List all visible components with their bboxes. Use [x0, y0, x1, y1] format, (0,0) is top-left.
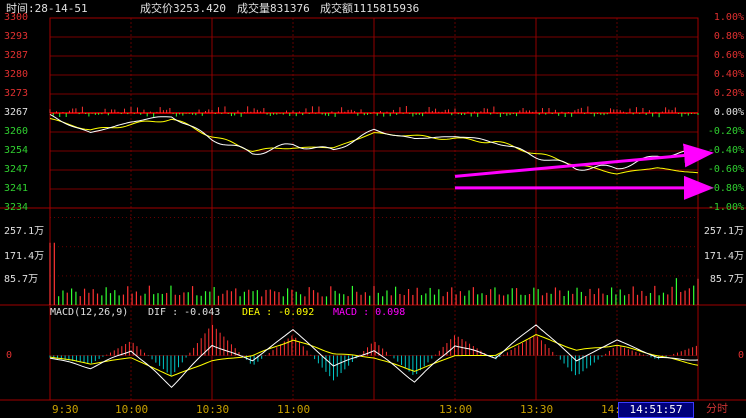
volume-tick-left: 171.4万 [4, 251, 45, 262]
price-tick-left: 3287 [4, 50, 29, 61]
price-tick-right: 0.60% [713, 50, 744, 61]
price-tick-right: 1.00% [713, 12, 744, 23]
price-tick-right: -1.00% [707, 202, 744, 213]
price-tick-left: 3273 [4, 88, 29, 99]
price-tick-right: 0.80% [713, 31, 744, 42]
price-tick-left: 3260 [4, 126, 29, 137]
price-tick-left: 3300 [4, 12, 29, 23]
volume-readout: 成交量831376 [237, 2, 310, 15]
volume-tick-left: 257.1万 [4, 226, 45, 237]
price-tick-left: 3267 [4, 107, 29, 118]
time-axis-label: 9:30 [52, 403, 79, 416]
intraday-tab[interactable]: 分时 [706, 402, 728, 416]
intraday-chart[interactable] [0, 0, 746, 418]
time-axis-label: 10:30 [196, 403, 230, 416]
time-axis-label: 13:30 [520, 403, 554, 416]
price-tick-right: -0.80% [707, 183, 744, 194]
price-tick-left: 3280 [4, 69, 29, 80]
price-tick-left: 3254 [4, 145, 29, 156]
price-tick-right: -0.20% [707, 126, 744, 137]
dea-value: DEA : -0.092 [242, 307, 315, 318]
price-tick-right: -0.40% [707, 145, 744, 156]
price-readout: 成交价3253.420 [140, 2, 226, 15]
price-tick-left: 3293 [4, 31, 29, 42]
macd-title: MACD(12,26,9) [50, 307, 129, 318]
macd-zero-label-right: 0 [738, 349, 745, 361]
macd-value: MACD : 0.098 [333, 307, 406, 318]
price-tick-right: -0.60% [707, 164, 744, 175]
price-tick-right: 0.20% [713, 88, 744, 99]
price-tick-left: 3247 [4, 164, 29, 175]
volume-tick-right: 85.7万 [709, 274, 744, 285]
price-tick-left: 3234 [4, 202, 29, 213]
trend-arrow [454, 143, 714, 178]
macd-zero-label-left: 0 [6, 349, 13, 361]
volume-tick-right: 257.1万 [703, 226, 744, 237]
amount-readout: 成交额1115815936 [320, 2, 420, 15]
dif-value: DIF : -0.043 [148, 307, 221, 318]
price-tick-right: 0.40% [713, 69, 744, 80]
time-axis-label: 13:00 [439, 403, 473, 416]
volume-tick-right: 171.4万 [703, 251, 744, 262]
current-time-box: 14:51:57 [618, 402, 694, 418]
price-tick-right: 0.00% [713, 107, 744, 118]
time-axis-label: 10:00 [115, 403, 149, 416]
price-tick-left: 3241 [4, 183, 29, 194]
time-axis-label: 11:00 [277, 403, 311, 416]
volume-tick-left: 85.7万 [4, 274, 39, 285]
